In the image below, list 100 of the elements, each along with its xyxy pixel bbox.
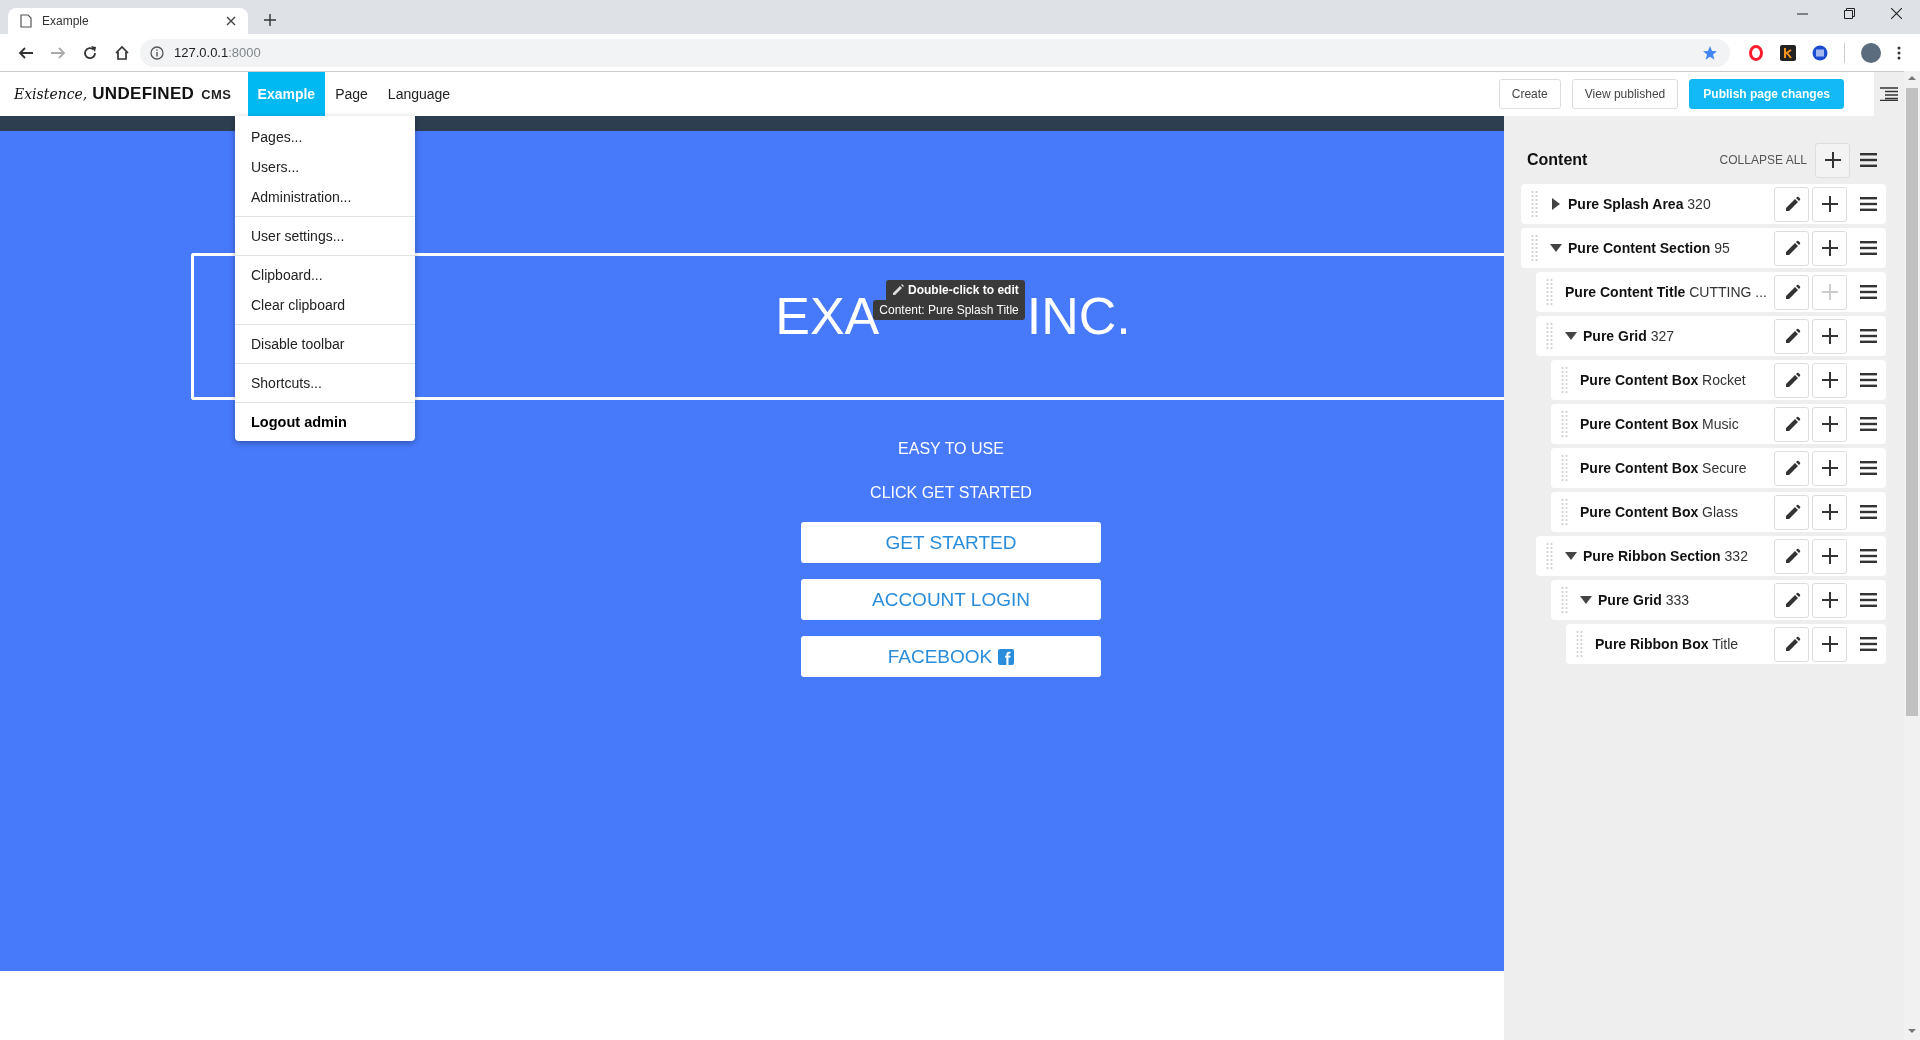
drag-handle-icon[interactable] [1576,630,1583,658]
tree-item[interactable]: Pure Content Title CUTTING ... [1536,272,1886,312]
tree-item[interactable]: Pure Content Box Secure [1551,448,1886,488]
edit-button[interactable] [1774,406,1809,442]
tree-item[interactable]: Pure Ribbon Box Title [1566,624,1886,664]
menu-icon[interactable] [1858,590,1878,610]
menu-item[interactable]: Administration... [235,182,415,212]
edit-button[interactable] [1774,230,1809,266]
drag-handle-icon[interactable] [1561,498,1568,526]
collapse-all-link[interactable]: COLLAPSE ALL [1719,153,1807,167]
menu-icon[interactable] [1858,458,1878,478]
tree-item[interactable]: Pure Ribbon Section 332 [1536,536,1886,576]
drag-handle-icon[interactable] [1561,586,1568,614]
menu-icon[interactable] [1858,370,1878,390]
edit-button[interactable] [1774,626,1809,662]
tree-item[interactable]: Pure Splash Area 320 [1521,184,1886,224]
add-button[interactable] [1812,582,1847,618]
menu-item[interactable]: Clear clipboard [235,290,415,320]
menu-item[interactable]: Disable toolbar [235,329,415,359]
cta-button[interactable]: ACCOUNT LOGIN [801,579,1101,620]
caret-right-icon[interactable] [1550,198,1562,210]
add-button[interactable] [1815,142,1850,178]
add-button[interactable] [1812,186,1847,222]
menu-icon[interactable] [1858,326,1878,346]
drag-handle-icon[interactable] [1546,542,1553,570]
address-bar[interactable]: 127.0.0.1:8000 [140,38,1730,67]
tree-item[interactable]: Pure Content Box Glass [1551,492,1886,532]
drag-handle-icon[interactable] [1546,278,1553,306]
action-button[interactable]: Create [1498,79,1561,109]
drag-handle-icon[interactable] [1546,322,1553,350]
menu-icon[interactable] [1858,282,1878,302]
add-button[interactable] [1812,626,1847,662]
menu-tab[interactable]: Page [325,72,378,116]
reload-icon[interactable] [82,44,98,61]
caret-down-icon[interactable] [1565,330,1577,342]
browser-tab[interactable]: Example [8,8,248,34]
add-button[interactable] [1812,362,1847,398]
panel-title: Content [1527,151,1589,169]
drag-handle-icon[interactable] [1561,366,1568,394]
action-button[interactable]: View published [1571,79,1679,109]
drag-handle-icon[interactable] [1561,454,1568,482]
drag-handle-icon[interactable] [1531,190,1538,218]
tagline: CLICK GET STARTED [870,484,1032,502]
edit-button[interactable] [1774,318,1809,354]
menu-item[interactable]: Shortcuts... [235,368,415,398]
menu-item[interactable]: Users... [235,152,415,182]
caret-down-icon[interactable] [1565,550,1577,562]
edit-button[interactable] [1774,494,1809,530]
more-icon[interactable] [1897,45,1901,60]
back-icon[interactable] [18,44,34,61]
menu-item[interactable]: Clipboard... [235,260,415,290]
edit-button[interactable] [1774,450,1809,486]
extension-icon[interactable] [1780,44,1796,61]
ring-icon[interactable] [1748,44,1764,61]
menu-icon[interactable] [1858,502,1878,522]
new-tab-icon[interactable] [264,14,276,26]
close-icon[interactable] [226,16,236,26]
menu-icon[interactable] [1858,194,1878,214]
plus-icon [1822,150,1843,170]
caret-down-icon[interactable] [1550,242,1562,254]
add-button[interactable] [1812,494,1847,530]
list-toggle-icon[interactable] [1879,87,1899,101]
home-icon[interactable] [114,44,130,61]
menu-item[interactable]: User settings... [235,221,415,251]
tree-item[interactable]: Pure Content Section 95 [1521,228,1886,268]
drag-handle-icon[interactable] [1561,410,1568,438]
avatar-icon[interactable] [1861,42,1881,63]
add-button[interactable] [1812,538,1847,574]
drag-handle-icon[interactable] [1531,234,1538,262]
cta-button[interactable]: GET STARTED [801,522,1101,563]
star-icon[interactable] [1702,44,1718,61]
menu-icon[interactable] [1858,150,1878,170]
tree-item[interactable]: Pure Grid 333 [1551,580,1886,620]
stripes-icon[interactable] [1812,44,1828,61]
edit-button[interactable] [1774,582,1809,618]
add-button[interactable] [1812,406,1847,442]
add-button[interactable] [1812,230,1847,266]
close-icon[interactable] [1891,8,1902,19]
add-button[interactable] [1812,450,1847,486]
caret-down-icon[interactable] [1580,594,1592,606]
edit-button[interactable] [1774,538,1809,574]
plus-icon [1819,194,1840,214]
add-button[interactable] [1812,318,1847,354]
plus-icon [1819,326,1840,346]
menu-item[interactable]: Logout admin [235,407,415,437]
tree-item[interactable]: Pure Content Box Music [1551,404,1886,444]
edit-button[interactable] [1774,362,1809,398]
menu-icon[interactable] [1858,414,1878,434]
menu-icon[interactable] [1858,546,1878,566]
menu-item[interactable]: Pages... [235,122,415,152]
menu-icon[interactable] [1858,238,1878,258]
tree-item[interactable]: Pure Content Box Rocket [1551,360,1886,400]
tree-item[interactable]: Pure Grid 327 [1536,316,1886,356]
edit-button[interactable] [1774,186,1809,222]
restore-icon[interactable] [1844,8,1855,19]
edit-button[interactable] [1774,274,1809,310]
menu-tab[interactable]: Language [377,72,461,116]
cta-button[interactable]: FACEBOOK [801,636,1101,677]
splash-title[interactable]: INC. [1026,285,1131,346]
menu-icon[interactable] [1858,634,1878,654]
